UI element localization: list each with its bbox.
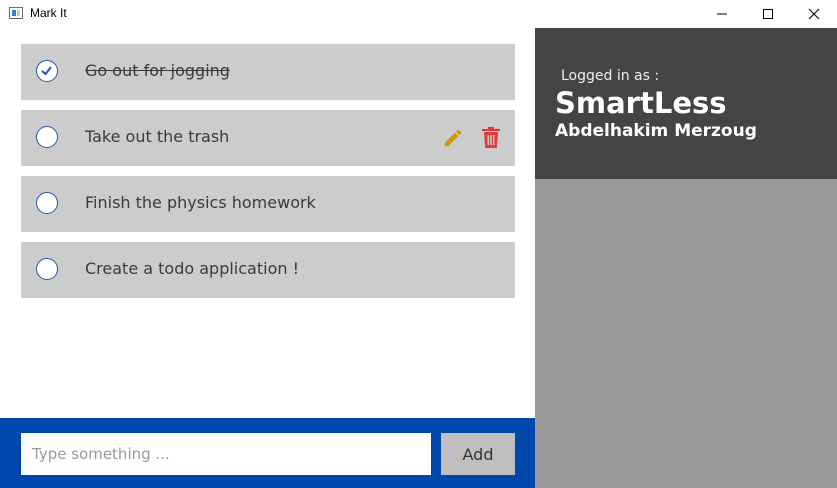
task-list: Go out for jogging Take out the trash Fi… [0, 28, 535, 418]
task-label: Go out for jogging [85, 61, 230, 80]
composer-bar: Add [0, 418, 535, 488]
task-item[interactable]: Take out the trash [21, 110, 515, 166]
add-button[interactable]: Add [441, 433, 515, 475]
username: Abdelhakim Merzoug [555, 121, 757, 141]
checkmark-icon [41, 66, 52, 76]
task-item[interactable]: Finish the physics homework [21, 176, 515, 232]
new-task-input[interactable] [21, 433, 431, 475]
task-checkbox[interactable] [36, 192, 58, 214]
logged-in-label: Logged in as : [561, 68, 660, 84]
profile-panel: Logged in as : SmartLess Abdelhakim Merz… [535, 28, 837, 179]
task-checkbox[interactable] [36, 60, 58, 82]
maximize-button[interactable] [745, 0, 791, 28]
task-label: Create a todo application ! [85, 259, 299, 278]
title-bar: Mark It [0, 0, 837, 29]
close-icon [808, 8, 820, 20]
maximize-icon [763, 9, 773, 19]
task-label: Take out the trash [85, 127, 230, 146]
task-checkbox[interactable] [36, 258, 58, 280]
pencil-icon[interactable] [442, 127, 464, 153]
task-checkbox[interactable] [36, 126, 58, 148]
trash-icon[interactable] [481, 127, 501, 153]
sidebar: Logged in as : SmartLess Abdelhakim Merz… [535, 28, 837, 488]
close-button[interactable] [791, 0, 837, 28]
window-title: Mark It [30, 6, 67, 20]
app-window-icon [9, 7, 23, 19]
task-label: Finish the physics homework [85, 193, 316, 212]
task-item[interactable]: Go out for jogging [21, 44, 515, 100]
task-item[interactable]: Create a todo application ! [21, 242, 515, 298]
minimize-icon [717, 13, 727, 15]
minimize-button[interactable] [699, 0, 745, 28]
brand-name: SmartLess [555, 86, 727, 120]
